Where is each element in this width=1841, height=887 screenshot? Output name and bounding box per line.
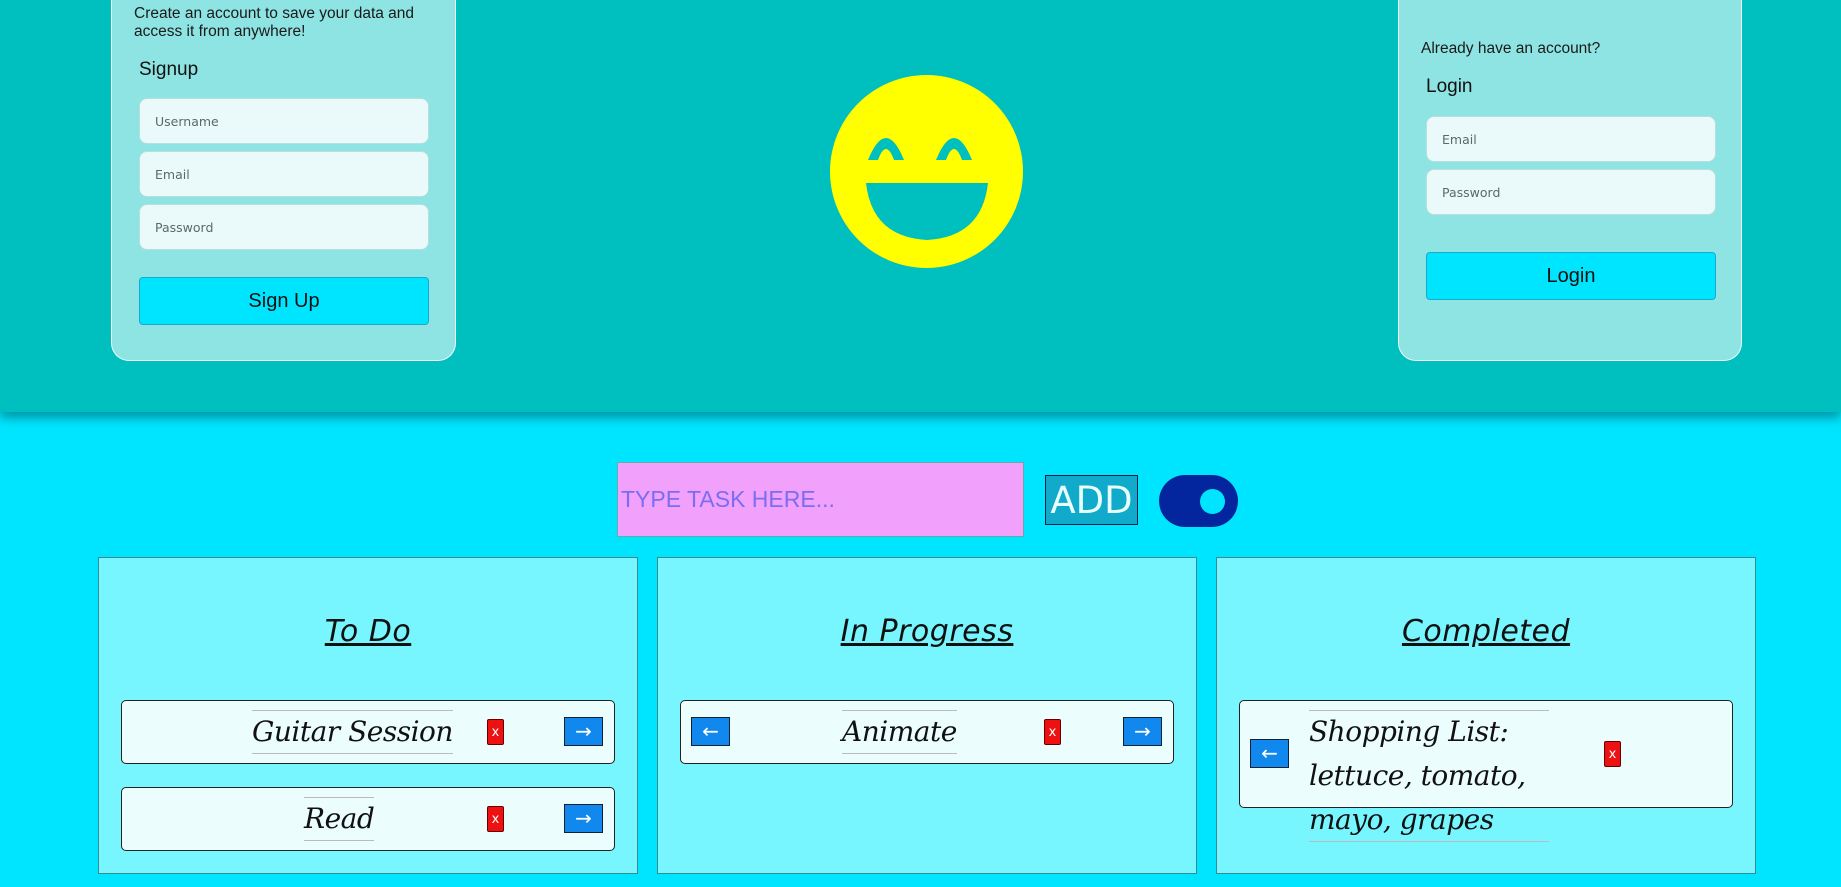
delete-task-button[interactable]: x	[1604, 741, 1621, 767]
signup-button[interactable]: Sign Up	[139, 277, 429, 325]
header-section: Create an account to save your data and …	[0, 0, 1841, 412]
delete-task-button[interactable]: x	[487, 719, 504, 745]
task-card: ← Animate x →	[680, 700, 1174, 764]
login-heading: Login	[1426, 76, 1473, 97]
laughing-smiley-face-icon	[830, 75, 1023, 268]
move-right-button[interactable]: →	[564, 804, 603, 833]
signup-email-field[interactable]	[139, 151, 429, 197]
add-task-button[interactable]: ADD	[1045, 475, 1138, 525]
delete-task-button[interactable]: x	[1044, 719, 1061, 745]
task-text: Guitar Session	[252, 710, 453, 754]
signup-card: Create an account to save your data and …	[111, 0, 456, 361]
login-button[interactable]: Login	[1426, 252, 1716, 300]
signup-intro: Create an account to save your data and …	[134, 5, 415, 40]
signup-password-field[interactable]	[139, 204, 429, 250]
login-email-field[interactable]	[1426, 116, 1716, 162]
login-card: Already have an account? Login Login	[1398, 0, 1742, 361]
column-title-todo: To Do	[324, 614, 412, 649]
column-title-in-progress: In Progress	[840, 614, 1014, 649]
username-field[interactable]	[139, 98, 429, 144]
task-text: Shopping List: lettuce, tomato, mayo, gr…	[1309, 710, 1549, 842]
completed-column: Completed ← Shopping List: lettuce, toma…	[1216, 557, 1756, 874]
login-password-field[interactable]	[1426, 169, 1716, 215]
task-card: ← Shopping List: lettuce, tomato, mayo, …	[1239, 700, 1733, 842]
task-text: Animate	[842, 710, 957, 754]
task-card: Guitar Session x →	[121, 700, 615, 764]
todo-column: To Do Guitar Session x → Read x →	[98, 557, 638, 874]
delete-task-button[interactable]: x	[487, 806, 504, 832]
toggle-knob	[1200, 489, 1225, 514]
move-left-button[interactable]: ←	[1250, 739, 1289, 768]
signup-heading: Signup	[139, 59, 199, 80]
theme-toggle[interactable]	[1159, 475, 1238, 527]
task-card: Read x →	[121, 787, 615, 851]
move-right-button[interactable]: →	[564, 717, 603, 746]
task-input[interactable]	[617, 462, 1024, 537]
task-text: Read	[304, 797, 375, 841]
column-title-completed: Completed	[1401, 614, 1571, 649]
in-progress-column: In Progress ← Animate x →	[657, 557, 1197, 874]
move-left-button[interactable]: ←	[691, 717, 730, 746]
login-intro: Already have an account?	[1421, 40, 1601, 57]
move-right-button[interactable]: →	[1123, 717, 1162, 746]
